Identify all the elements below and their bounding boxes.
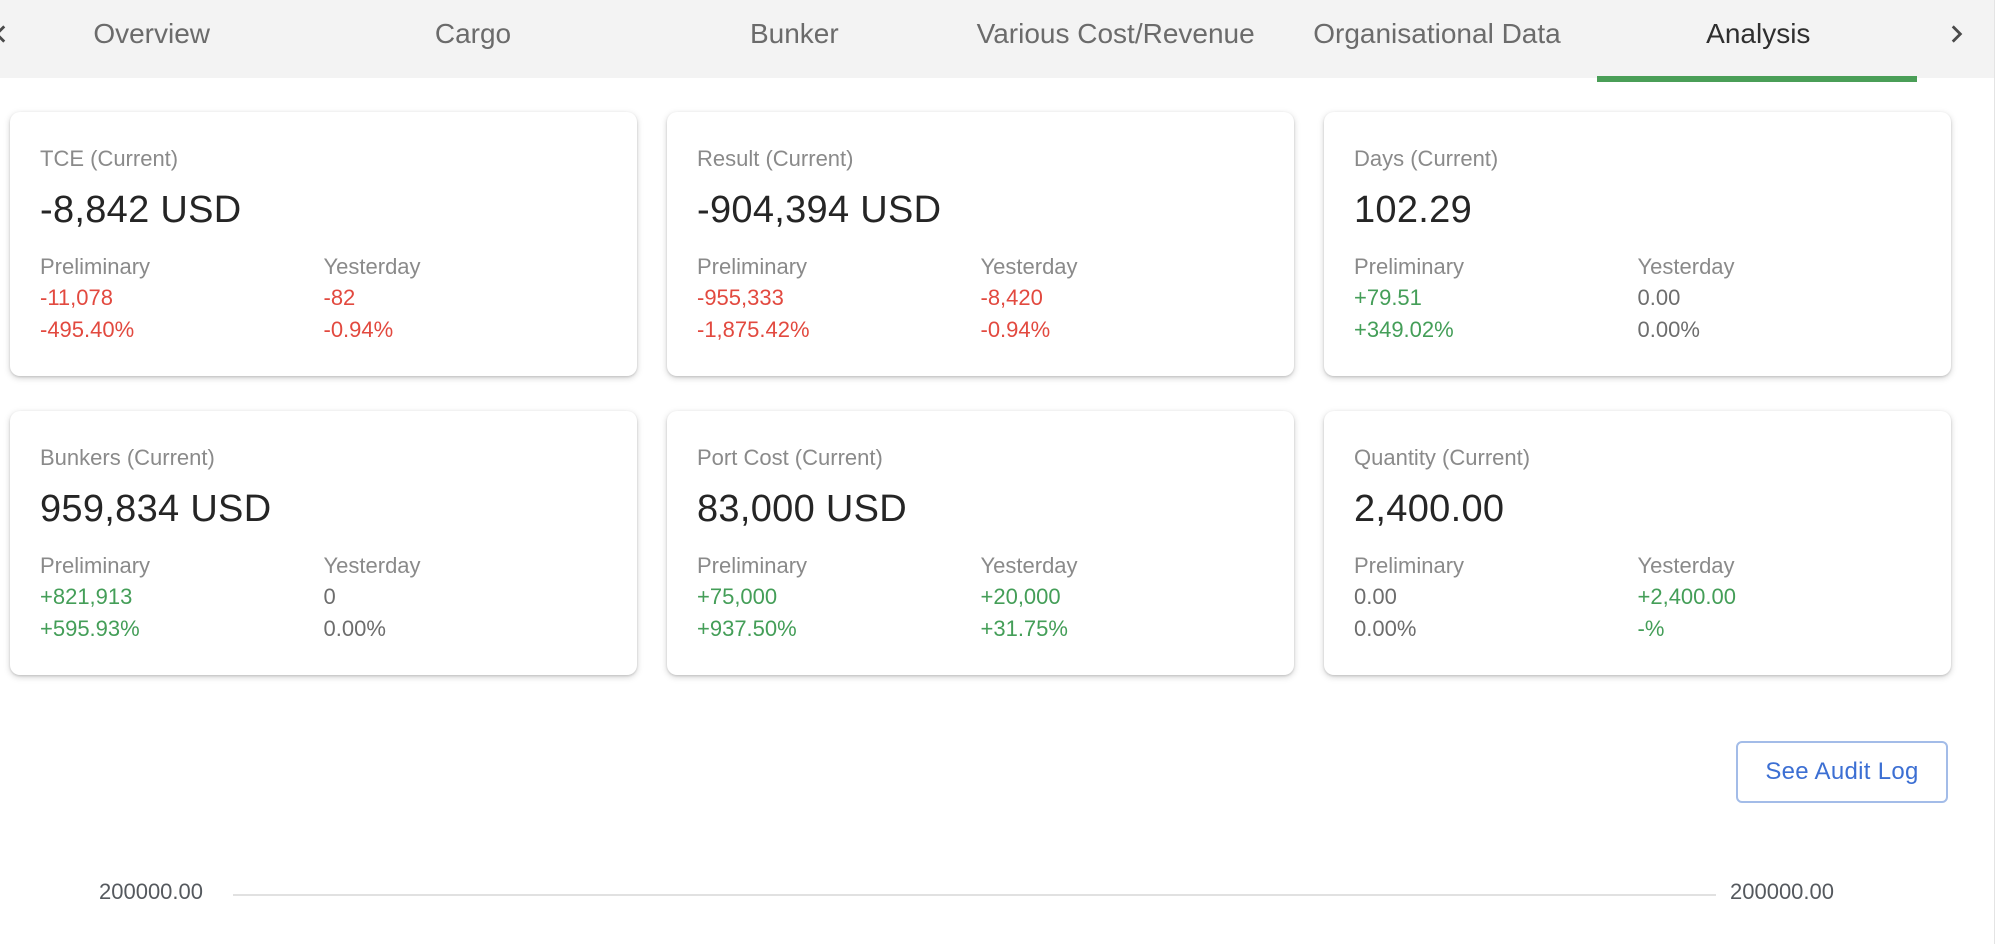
preliminary-column: Preliminary -955,333 -1,875.42%	[697, 252, 981, 346]
card-title: Result (Current)	[697, 144, 1264, 174]
card-value: 2,400.00	[1354, 485, 1921, 533]
active-tab-underline	[1597, 76, 1917, 82]
tab-analysis[interactable]: Analysis	[1598, 0, 1919, 78]
delta-percent: -1,875.42%	[697, 314, 981, 346]
column-label: Yesterday	[1638, 551, 1922, 581]
preliminary-column: Preliminary -11,078 -495.40%	[40, 252, 324, 346]
card-value: 83,000 USD	[697, 485, 1264, 533]
card-value: -904,394 USD	[697, 186, 1264, 234]
delta-value: +821,913	[40, 581, 324, 613]
kpi-card-days: Days (Current) 102.29 Preliminary +79.51…	[1324, 112, 1951, 376]
card-value: 959,834 USD	[40, 485, 607, 533]
card-value: 102.29	[1354, 186, 1921, 234]
delta-percent: 0.00%	[324, 613, 608, 645]
kpi-card-bunkers: Bunkers (Current) 959,834 USD Preliminar…	[10, 411, 637, 675]
card-comparison: Preliminary +821,913 +595.93% Yesterday …	[40, 551, 607, 645]
column-label: Preliminary	[1354, 551, 1638, 581]
yesterday-column: Yesterday 0.00 0.00%	[1638, 252, 1922, 346]
preliminary-column: Preliminary 0.00 0.00%	[1354, 551, 1638, 645]
range-min-label: 200000.00	[63, 880, 203, 904]
delta-percent: -0.94%	[981, 314, 1265, 346]
delta-value: -82	[324, 282, 608, 314]
range-track	[233, 894, 1716, 896]
delta-percent: +31.75%	[981, 613, 1265, 645]
yesterday-column: Yesterday -82 -0.94%	[324, 252, 608, 346]
card-comparison: Preliminary +75,000 +937.50% Yesterday +…	[697, 551, 1264, 645]
card-title: Quantity (Current)	[1354, 443, 1921, 473]
delta-percent: -495.40%	[40, 314, 324, 346]
yesterday-column: Yesterday +2,400.00 -%	[1638, 551, 1922, 645]
column-label: Yesterday	[981, 252, 1265, 282]
see-audit-log-button[interactable]: See Audit Log	[1736, 741, 1948, 803]
kpi-card-quantity: Quantity (Current) 2,400.00 Preliminary …	[1324, 411, 1951, 675]
kpi-card-tce: TCE (Current) -8,842 USD Preliminary -11…	[10, 112, 637, 376]
scrollbar-track	[1995, 0, 2000, 78]
column-label: Yesterday	[981, 551, 1265, 581]
kpi-card-grid: TCE (Current) -8,842 USD Preliminary -11…	[10, 112, 1951, 675]
yesterday-column: Yesterday +20,000 +31.75%	[981, 551, 1265, 645]
delta-value: -11,078	[40, 282, 324, 314]
chevron-right-icon[interactable]	[1943, 21, 1969, 47]
delta-value: +20,000	[981, 581, 1265, 613]
column-label: Preliminary	[697, 551, 981, 581]
card-title: TCE (Current)	[40, 144, 607, 174]
preliminary-column: Preliminary +821,913 +595.93%	[40, 551, 324, 645]
delta-value: 0	[324, 581, 608, 613]
column-label: Yesterday	[324, 252, 608, 282]
delta-value: -8,420	[981, 282, 1265, 314]
tab-bunker[interactable]: Bunker	[634, 0, 955, 78]
column-label: Yesterday	[324, 551, 608, 581]
card-title: Days (Current)	[1354, 144, 1921, 174]
column-label: Preliminary	[40, 252, 324, 282]
tab-various-cost-revenue[interactable]: Various Cost/Revenue	[955, 0, 1276, 78]
right-edge-divider	[1994, 0, 1995, 944]
tab-list: Overview Cargo Bunker Various Cost/Reven…	[0, 0, 1919, 78]
delta-percent: 0.00%	[1354, 613, 1638, 645]
delta-value: +79.51	[1354, 282, 1638, 314]
delta-percent: -%	[1638, 613, 1922, 645]
card-comparison: Preliminary -955,333 -1,875.42% Yesterda…	[697, 252, 1264, 346]
tab-overview[interactable]: Overview	[0, 0, 312, 78]
delta-value: +75,000	[697, 581, 981, 613]
preliminary-column: Preliminary +79.51 +349.02%	[1354, 252, 1638, 346]
delta-value: -955,333	[697, 282, 981, 314]
column-label: Preliminary	[40, 551, 324, 581]
delta-percent: +349.02%	[1354, 314, 1638, 346]
column-label: Yesterday	[1638, 252, 1922, 282]
delta-percent: +937.50%	[697, 613, 981, 645]
range-max-label: 200000.00	[1730, 880, 1870, 904]
delta-value: 0.00	[1354, 581, 1638, 613]
preliminary-column: Preliminary +75,000 +937.50%	[697, 551, 981, 645]
card-title: Bunkers (Current)	[40, 443, 607, 473]
card-title: Port Cost (Current)	[697, 443, 1264, 473]
card-comparison: Preliminary 0.00 0.00% Yesterday +2,400.…	[1354, 551, 1921, 645]
column-label: Preliminary	[697, 252, 981, 282]
card-value: -8,842 USD	[40, 186, 607, 234]
page: { "tab_bar": { "items": [ {"label": "Ove…	[0, 0, 2000, 944]
column-label: Preliminary	[1354, 252, 1638, 282]
delta-value: +2,400.00	[1638, 581, 1922, 613]
yesterday-column: Yesterday 0 0.00%	[324, 551, 608, 645]
kpi-card-port-cost: Port Cost (Current) 83,000 USD Prelimina…	[667, 411, 1294, 675]
card-comparison: Preliminary +79.51 +349.02% Yesterday 0.…	[1354, 252, 1921, 346]
kpi-card-result: Result (Current) -904,394 USD Preliminar…	[667, 112, 1294, 376]
tab-organisational-data[interactable]: Organisational Data	[1276, 0, 1597, 78]
delta-value: 0.00	[1638, 282, 1922, 314]
yesterday-column: Yesterday -8,420 -0.94%	[981, 252, 1265, 346]
tab-bar: Overview Cargo Bunker Various Cost/Reven…	[0, 0, 2000, 78]
tab-cargo[interactable]: Cargo	[312, 0, 633, 78]
card-comparison: Preliminary -11,078 -495.40% Yesterday -…	[40, 252, 607, 346]
delta-percent: 0.00%	[1638, 314, 1922, 346]
delta-percent: +595.93%	[40, 613, 324, 645]
delta-percent: -0.94%	[324, 314, 608, 346]
